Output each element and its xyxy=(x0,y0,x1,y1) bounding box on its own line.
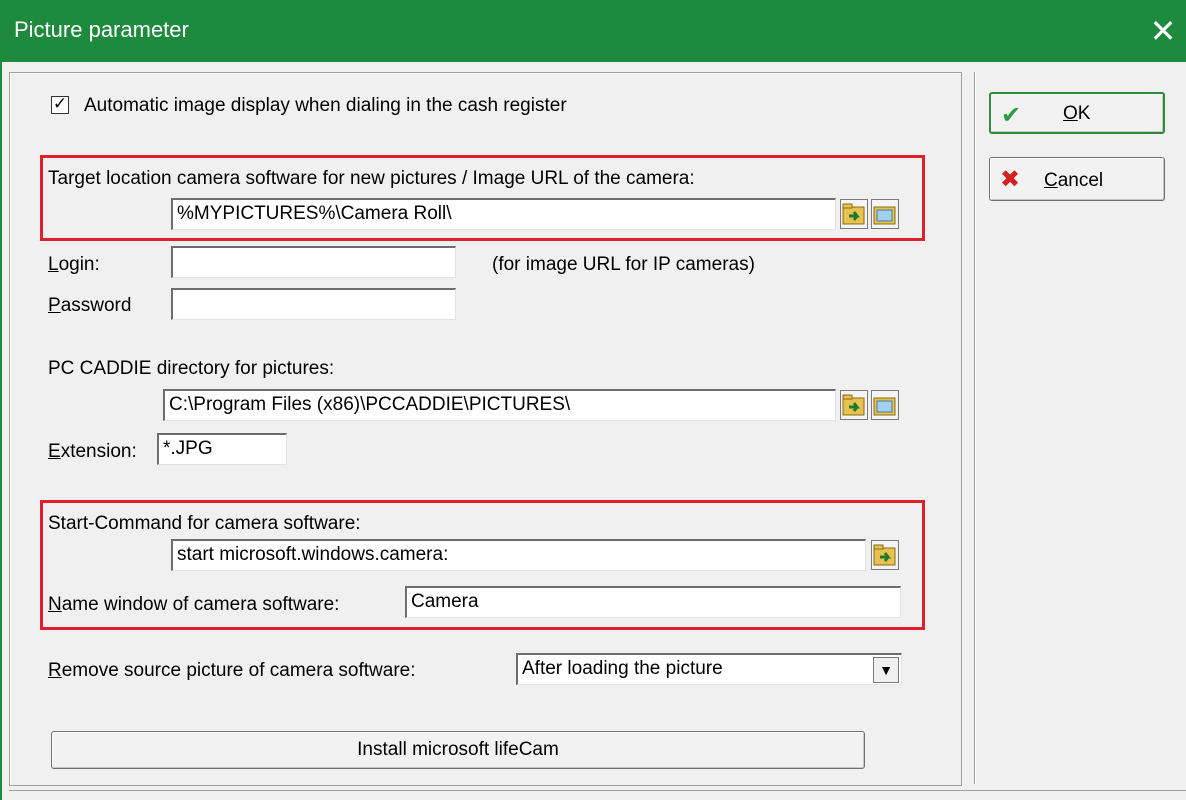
ok-button[interactable]: ✔ OK xyxy=(989,92,1165,134)
folder-open-icon[interactable] xyxy=(871,390,899,420)
target-location-label: Target location camera software for new … xyxy=(48,168,695,189)
chevron-down-icon[interactable]: ▼ xyxy=(873,657,899,683)
start-command-label: Start-Command for camera software: xyxy=(48,513,361,534)
folder-open-icon[interactable] xyxy=(871,199,899,229)
cancel-label: Cancel xyxy=(1044,170,1104,191)
window-name-label: Name window of camera software: xyxy=(48,594,340,615)
remove-source-select[interactable]: After loading the picture ▼ xyxy=(516,653,902,685)
login-input[interactable] xyxy=(171,246,456,278)
auto-display-label: Automatic image display when dialing in … xyxy=(84,95,567,116)
install-lifecam-button[interactable]: Install microsoft lifeCam xyxy=(51,731,865,769)
start-command-input[interactable]: start microsoft.windows.camera: xyxy=(171,539,866,571)
login-hint: (for image URL for IP cameras) xyxy=(492,254,755,275)
divider xyxy=(9,790,1186,791)
pc-caddie-dir-input[interactable]: C:\Program Files (x86)\PCCADDIE\PICTURES… xyxy=(163,389,836,421)
ok-label: OK xyxy=(1063,103,1091,124)
login-label: Login: xyxy=(48,254,100,275)
extension-label: Extension: xyxy=(48,441,137,462)
check-icon: ✔ xyxy=(1001,101,1022,129)
password-input[interactable] xyxy=(171,288,456,320)
folder-browse-icon[interactable] xyxy=(871,540,899,570)
remove-source-label: Remove source picture of camera software… xyxy=(48,660,416,681)
window-title: Picture parameter xyxy=(14,17,189,42)
pc-caddie-label: PC CADDIE directory for pictures: xyxy=(48,358,335,379)
password-label: Password xyxy=(48,295,132,316)
auto-display-checkbox[interactable]: ✓ xyxy=(51,96,69,114)
cancel-button[interactable]: ✖ Cancel xyxy=(989,157,1165,201)
remove-source-value: After loading the picture xyxy=(522,658,723,679)
folder-browse-icon[interactable] xyxy=(840,199,868,229)
extension-input[interactable]: *.JPG xyxy=(157,433,287,465)
window-border xyxy=(0,62,2,800)
title-bar: Picture parameter ✕ xyxy=(0,0,1186,62)
x-icon: ✖ xyxy=(1000,165,1021,193)
close-icon[interactable]: ✕ xyxy=(1144,12,1182,50)
divider xyxy=(974,72,975,784)
folder-browse-icon[interactable] xyxy=(840,390,868,420)
target-location-input[interactable]: %MYPICTURES%\Camera Roll\ xyxy=(171,198,836,230)
window-name-input[interactable]: Camera xyxy=(405,586,901,618)
